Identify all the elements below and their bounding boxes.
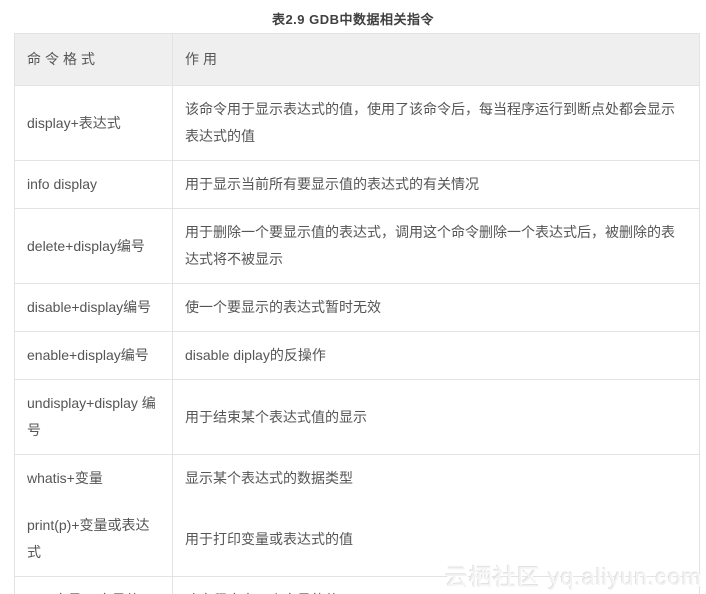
command-format-cell: display+表达式: [14, 85, 173, 161]
command-effect-cell: 用于打印变量或表达式的值: [172, 502, 700, 577]
command-effect-cell: 用于结束某个表达式值的显示: [172, 379, 700, 455]
command-effect-cell: 用于显示当前所有要显示值的表达式的有关情况: [172, 160, 700, 209]
command-format-cell: info display: [14, 160, 173, 209]
table-row: print(p)+变量或表达式 用于打印变量或表达式的值: [14, 502, 700, 577]
table-row: info display 用于显示当前所有要显示值的表达式的有关情况: [14, 160, 700, 209]
header-cell-effect: 作用: [172, 33, 700, 86]
table-row: delete+display编号 用于删除一个要显示值的表达式，调用这个命令删除一…: [14, 208, 700, 284]
gdb-commands-table: 命令格式 作用 display+表达式 该命令用于显示表达式的值，使用了该命令后，…: [14, 33, 700, 594]
table-row: set+变量 = 变量值改变程序中一个变量的值: [14, 576, 700, 594]
command-format-cell: set+变量 = 变量值: [14, 576, 173, 594]
command-effect-cell: 用于删除一个要显示值的表达式，调用这个命令删除一个表达式后，被删除的表达式将不被…: [172, 208, 700, 284]
table-row: disable+display编号 使一个要显示的表达式暂时无效: [14, 283, 700, 332]
table-row: display+表达式 该命令用于显示表达式的值，使用了该命令后，每当程序运行到断…: [14, 85, 700, 161]
table-caption: 表2.9 GDB中数据相关指令: [271, 12, 435, 27]
header-cell-format: 命令格式: [14, 33, 173, 86]
command-format-cell: print(p)+变量或表达式: [14, 502, 173, 577]
command-format-cell: enable+display编号: [14, 331, 173, 380]
table-header: 命令格式 作用: [14, 33, 700, 86]
command-format-cell: disable+display编号: [14, 283, 173, 332]
command-effect-cell: disable diplay的反操作: [172, 331, 700, 380]
header-row: 命令格式 作用: [14, 33, 700, 86]
command-format-cell: undisplay+display 编号: [14, 379, 173, 455]
table-row: whatis+变量 显示某个表达式的数据类型: [14, 454, 700, 502]
command-format-cell: whatis+变量: [14, 454, 173, 502]
command-effect-cell: 显示某个表达式的数据类型: [172, 454, 700, 502]
table-body: display+表达式 该命令用于显示表达式的值，使用了该命令后，每当程序运行到断…: [14, 85, 700, 594]
command-effect-cell: 使一个要显示的表达式暂时无效: [172, 283, 700, 332]
table-row: undisplay+display 编号 用于结束某个表达式值的显示: [14, 379, 700, 455]
command-format-cell: delete+display编号: [14, 208, 173, 284]
command-effect-cell: 该命令用于显示表达式的值，使用了该命令后，每当程序运行到断点处都会显示表达式的值: [172, 85, 700, 161]
table-row: enable+display编号 disable diplay的反操作: [14, 331, 700, 380]
command-effect-cell: 改变程序中一个变量的值: [172, 576, 700, 594]
page: 表2.9 GDB中数据相关指令 命令格式 作用 display+表达式 该命令用于…: [0, 0, 706, 594]
